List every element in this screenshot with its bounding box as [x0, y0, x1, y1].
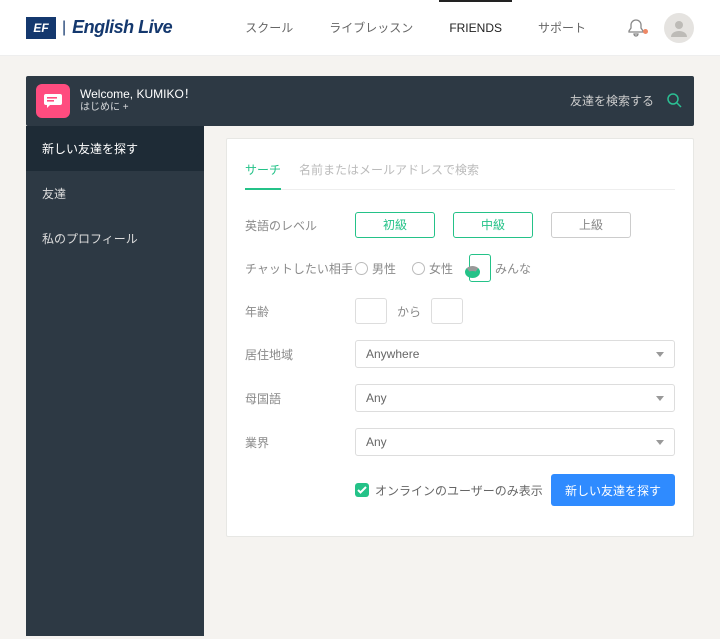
tab-search[interactable]: サーチ: [245, 155, 281, 190]
online-only-label: オンラインのユーザーのみ表示: [375, 482, 543, 499]
age-label: 年齢: [245, 303, 355, 320]
chat-with-label: チャットしたい相手: [245, 260, 355, 277]
welcome-badge: [36, 84, 70, 118]
region-select[interactable]: Anywhere: [355, 340, 675, 368]
native-language-value: Any: [366, 391, 387, 405]
bell-icon: [628, 19, 644, 37]
search-form: 英語のレベル 初級 中級 上級 チャットしたい相手 男性: [245, 190, 675, 514]
search-tabs: サーチ 名前またはメールアドレスで検索: [245, 155, 675, 190]
tab-search-by-name-email[interactable]: 名前またはメールアドレスで検索: [299, 155, 479, 189]
welcome-bar: Welcome, KUMIKO！ はじめに +: [26, 76, 694, 126]
search-card: サーチ 名前またはメールアドレスで検索 英語のレベル 初級 中級 上級 チャット…: [226, 138, 694, 537]
sidebar-item-my-profile[interactable]: 私のプロフィール: [26, 216, 204, 261]
radio-label: 女性: [429, 260, 453, 277]
chat-bubble-icon: [44, 94, 62, 108]
age-from-input[interactable]: [355, 298, 387, 324]
industry-select[interactable]: Any: [355, 428, 675, 456]
radio-icon: [412, 262, 425, 275]
level-advanced-button[interactable]: 上級: [551, 212, 631, 238]
welcome-subtitle[interactable]: はじめに +: [80, 101, 196, 115]
sidebar-item-friends[interactable]: 友達: [26, 171, 204, 216]
friend-search-input[interactable]: [544, 94, 654, 108]
header-right: [618, 13, 694, 43]
age-to-input[interactable]: [431, 298, 463, 324]
welcome-text: Welcome, KUMIKO！ はじめに +: [80, 87, 196, 115]
nav-live-lesson[interactable]: ライブレッスン: [311, 0, 431, 56]
radio-icon: [469, 254, 491, 282]
level-label: 英語のレベル: [245, 217, 355, 234]
main-panel: サーチ 名前またはメールアドレスで検索 英語のレベル 初級 中級 上級 チャット…: [204, 126, 694, 636]
sidebar-item-find-friends[interactable]: 新しい友達を探す: [26, 126, 204, 171]
level-beginner-button[interactable]: 初級: [355, 212, 435, 238]
native-language-label: 母国語: [245, 390, 355, 407]
nav-school[interactable]: スクール: [227, 0, 311, 56]
industry-label: 業界: [245, 434, 355, 451]
brand-name: English Live: [72, 17, 172, 38]
profile-avatar[interactable]: [664, 13, 694, 43]
radio-label: みんな: [495, 260, 531, 277]
region-label: 居住地域: [245, 346, 355, 363]
industry-value: Any: [366, 435, 387, 449]
nav-friends[interactable]: FRIENDS: [431, 0, 520, 56]
sidebar: 新しい友達を探す 友達 私のプロフィール: [26, 126, 204, 636]
level-intermediate-button[interactable]: 中級: [453, 212, 533, 238]
app-header: EF | English Live スクール ライブレッスン FRIENDS サ…: [0, 0, 720, 56]
find-friends-button[interactable]: 新しい友達を探す: [551, 474, 675, 506]
nav-support[interactable]: サポート: [520, 0, 604, 56]
brand-logo[interactable]: EF | English Live: [26, 17, 172, 39]
check-icon: [357, 485, 367, 495]
online-only-checkbox[interactable]: [355, 483, 369, 497]
chat-with-male-radio[interactable]: 男性: [355, 260, 396, 277]
brand-separator: |: [62, 19, 66, 37]
search-icon[interactable]: [666, 92, 682, 113]
native-language-select[interactable]: Any: [355, 384, 675, 412]
notifications-button[interactable]: [618, 19, 654, 37]
chat-with-female-radio[interactable]: 女性: [412, 260, 453, 277]
brand-mark: EF: [26, 17, 56, 39]
radio-icon: [355, 262, 368, 275]
radio-label: 男性: [372, 260, 396, 277]
age-separator: から: [397, 303, 421, 320]
welcome-title: Welcome, KUMIKO！: [80, 87, 196, 101]
chat-with-everyone-radio[interactable]: みんな: [469, 254, 531, 282]
region-value: Anywhere: [366, 347, 419, 361]
avatar-placeholder-icon: [668, 17, 690, 39]
main-nav: スクール ライブレッスン FRIENDS サポート: [227, 0, 604, 56]
notification-dot-icon: [643, 29, 648, 34]
